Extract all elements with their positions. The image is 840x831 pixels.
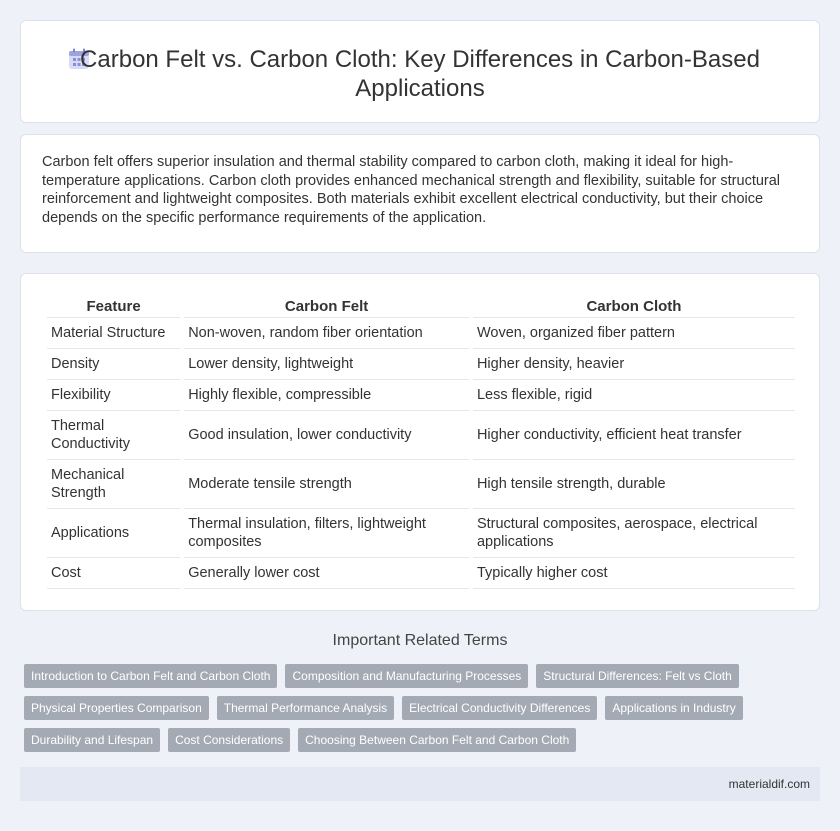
carbon-cloth-cell: High tensile strength, durable [472, 460, 795, 509]
comparison-table-card: Feature Carbon Felt Carbon Cloth Materia… [20, 273, 820, 611]
related-term-tag[interactable]: Applications in Industry [605, 696, 743, 720]
feature-cell: Thermal Conductivity [47, 411, 181, 460]
carbon-cloth-cell: Structural composites, aerospace, electr… [472, 509, 795, 558]
carbon-felt-cell: Good insulation, lower conductivity [184, 411, 469, 460]
feature-cell: Mechanical Strength [47, 460, 181, 509]
carbon-felt-cell: Generally lower cost [184, 558, 469, 589]
summary-card: Carbon felt offers superior insulation a… [20, 134, 820, 253]
tag-row: Introduction to Carbon Felt and Carbon C… [24, 664, 784, 688]
related-term-tag[interactable]: Thermal Performance Analysis [216, 696, 395, 720]
table-row: Density Lower density, lightweight Highe… [47, 349, 795, 380]
related-term-tag[interactable]: Choosing Between Carbon Felt and Carbon … [298, 728, 577, 752]
page-title: Carbon Felt vs. Carbon Cloth: Key Differ… [80, 46, 760, 102]
carbon-felt-cell: Highly flexible, compressible [184, 380, 469, 411]
carbon-felt-cell: Thermal insulation, filters, lightweight… [184, 509, 469, 558]
column-header-feature: Feature [47, 296, 181, 318]
carbon-cloth-cell: Woven, organized fiber pattern [472, 318, 795, 349]
related-term-tag[interactable]: Electrical Conductivity Differences [402, 696, 598, 720]
related-term-tag[interactable]: Composition and Manufacturing Processes [285, 664, 529, 688]
related-term-tag[interactable]: Cost Considerations [168, 728, 291, 752]
feature-cell: Applications [47, 509, 181, 558]
related-term-tag[interactable]: Introduction to Carbon Felt and Carbon C… [24, 664, 278, 688]
tag-row: Durability and Lifespan Cost Considerati… [24, 728, 784, 752]
table-row: Material Structure Non-woven, random fib… [47, 318, 795, 349]
carbon-cloth-cell: Typically higher cost [472, 558, 795, 589]
footer-site-link[interactable]: materialdif.com [729, 777, 810, 791]
tag-row: Physical Properties Comparison Thermal P… [24, 696, 784, 720]
carbon-cloth-cell: Higher conductivity, efficient heat tran… [472, 411, 795, 460]
table-row: Applications Thermal insulation, filters… [47, 509, 795, 558]
related-terms-heading: Important Related Terms [332, 632, 508, 649]
table-row: Flexibility Highly flexible, compressibl… [47, 380, 795, 411]
column-header-carbon-felt: Carbon Felt [184, 296, 469, 318]
related-term-tag[interactable]: Durability and Lifespan [24, 728, 161, 752]
carbon-felt-cell: Moderate tensile strength [184, 460, 469, 509]
table-header-row: Feature Carbon Felt Carbon Cloth [47, 296, 795, 318]
related-term-tag[interactable]: Structural Differences: Felt vs Cloth [536, 664, 739, 688]
table-row: Thermal Conductivity Good insulation, lo… [47, 411, 795, 460]
feature-cell: Flexibility [47, 380, 181, 411]
summary-text: Carbon felt offers superior insulation a… [42, 154, 781, 226]
related-term-tag[interactable]: Physical Properties Comparison [24, 696, 209, 720]
feature-cell: Cost [47, 558, 181, 589]
feature-cell: Material Structure [47, 318, 181, 349]
footer: materialdif.com [20, 767, 820, 801]
carbon-felt-cell: Lower density, lightweight [184, 349, 469, 380]
table-row: Mechanical Strength Moderate tensile str… [47, 460, 795, 509]
comparison-table: Feature Carbon Felt Carbon Cloth Materia… [43, 296, 799, 589]
related-terms-tags: Introduction to Carbon Felt and Carbon C… [24, 664, 784, 760]
column-header-carbon-cloth: Carbon Cloth [472, 296, 795, 318]
header-card: Carbon Felt vs. Carbon Cloth: Key Differ… [20, 20, 820, 123]
carbon-felt-cell: Non-woven, random fiber orientation [184, 318, 469, 349]
carbon-cloth-cell: Higher density, heavier [472, 349, 795, 380]
table-row: Cost Generally lower cost Typically high… [47, 558, 795, 589]
carbon-cloth-cell: Less flexible, rigid [472, 380, 795, 411]
feature-cell: Density [47, 349, 181, 380]
